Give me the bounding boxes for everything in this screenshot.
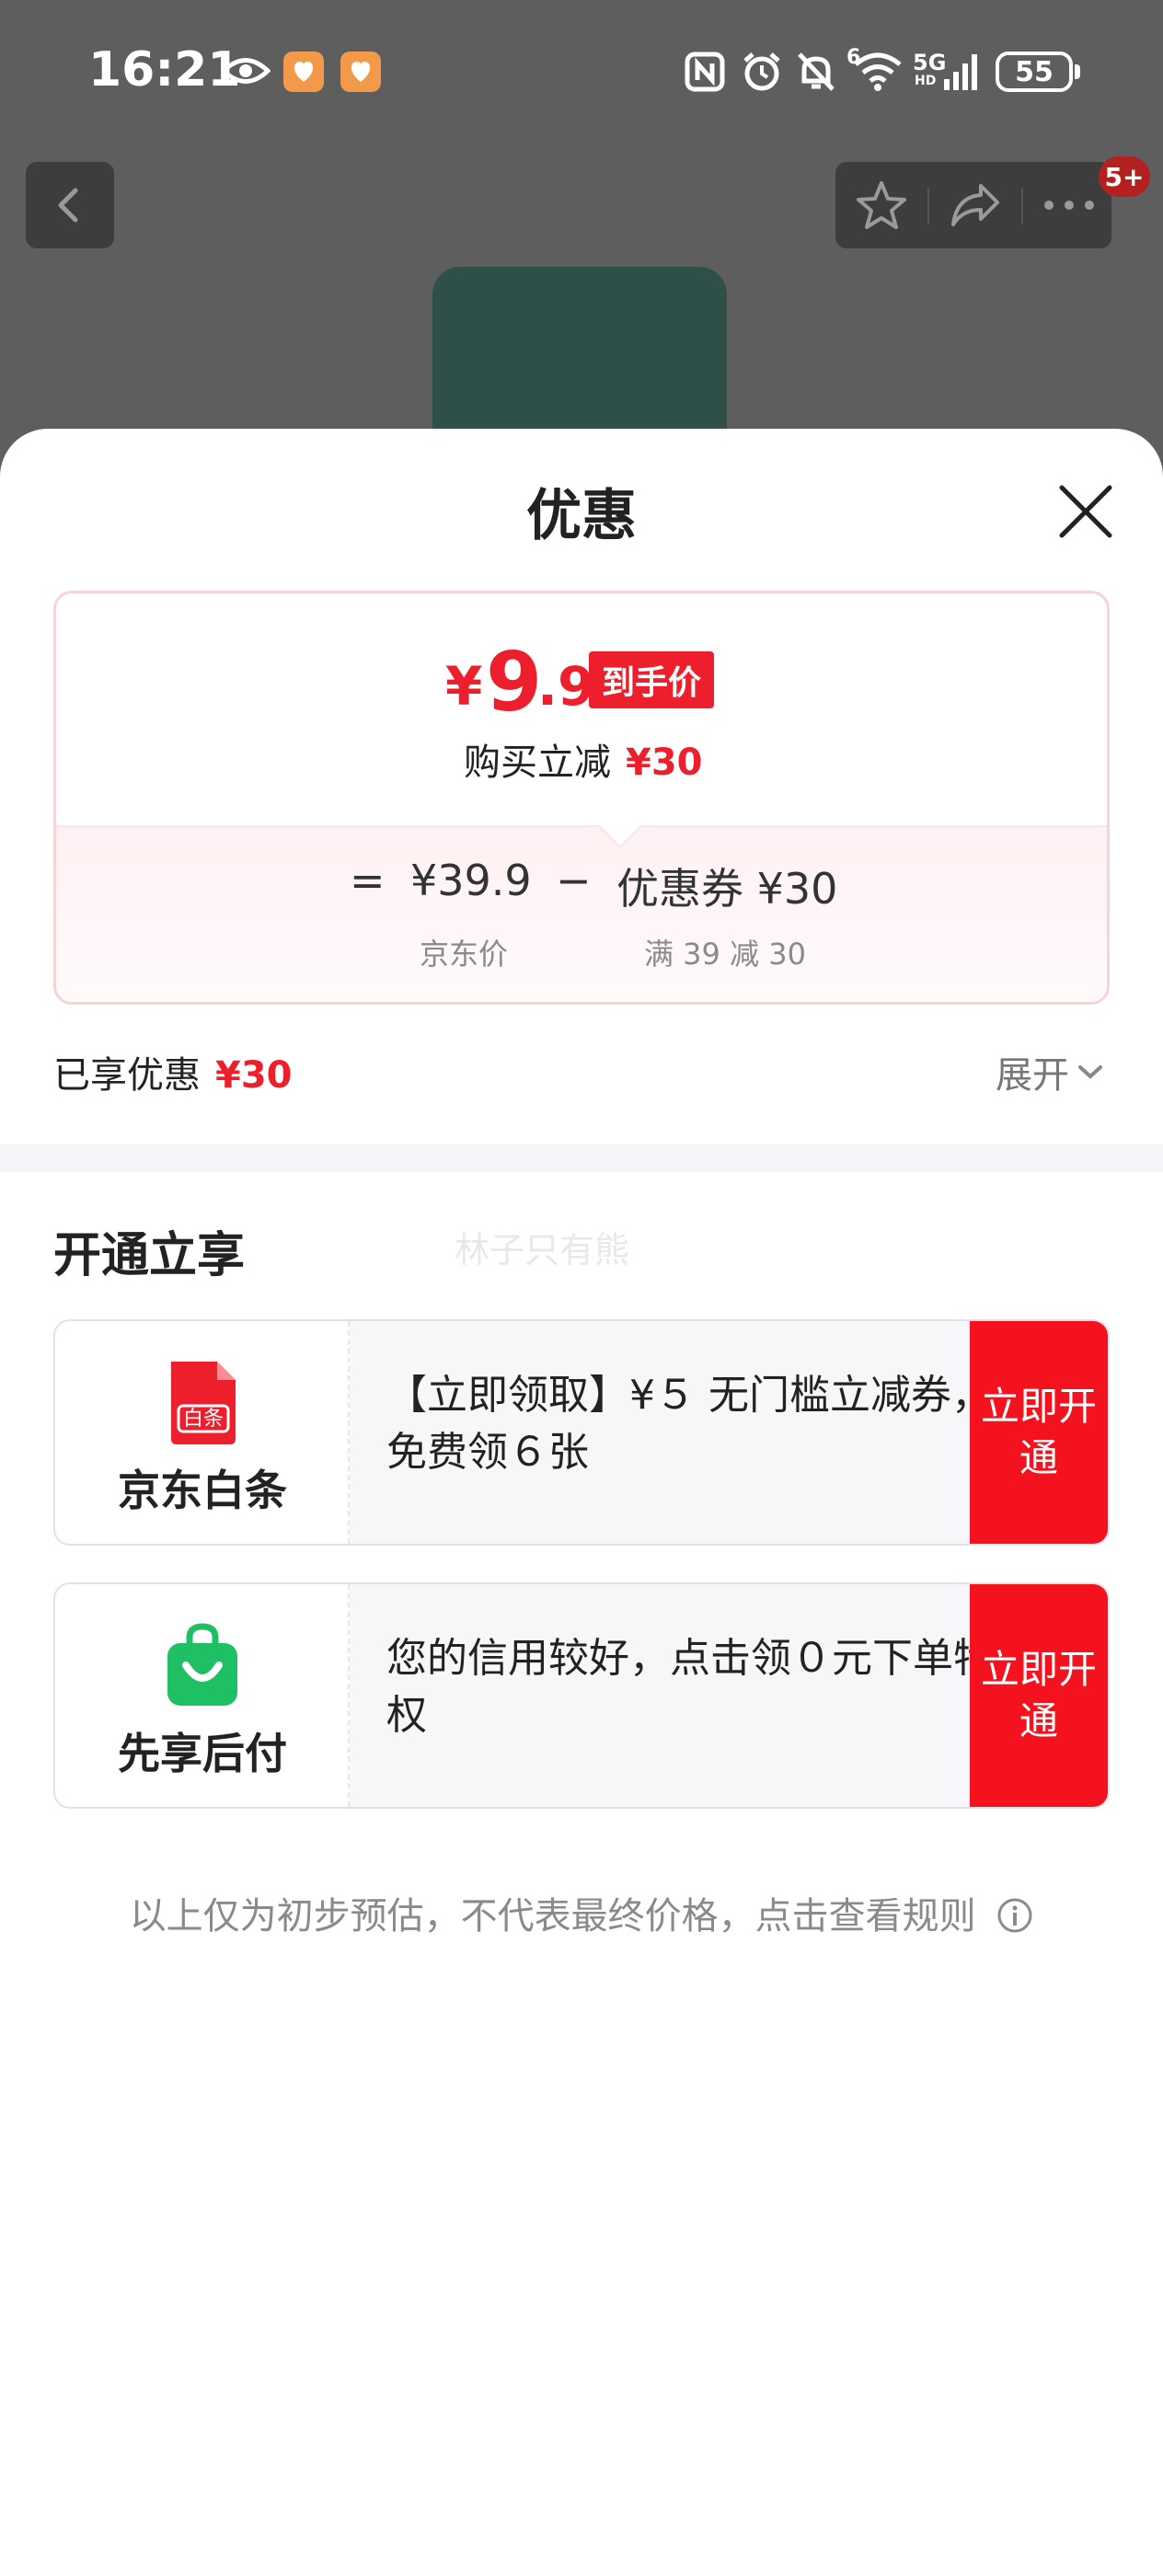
close-icon bbox=[1059, 485, 1112, 538]
promo-description: 您的信用较好，点击领０元下单特权 bbox=[386, 1635, 994, 1739]
expand-label: 展开 bbox=[996, 1054, 1069, 1097]
signal-icon bbox=[944, 54, 977, 90]
baitiao-icon-text: 白条 bbox=[183, 1408, 224, 1431]
final-price-currency: ¥ bbox=[445, 655, 483, 718]
discount-label: 购买立减 bbox=[464, 742, 611, 784]
network-type: 5G bbox=[913, 50, 947, 75]
activate-button[interactable]: 立即开通 bbox=[970, 1321, 1108, 1544]
chevron-down-icon bbox=[1078, 1065, 1102, 1079]
battery-tip bbox=[1075, 64, 1080, 79]
nfc-icon bbox=[685, 52, 725, 92]
price-breakdown-card bbox=[53, 591, 1110, 1005]
wifi-icon bbox=[854, 52, 902, 91]
sheet-title: 优惠 bbox=[526, 484, 637, 548]
app-notification-icon bbox=[340, 52, 381, 92]
discount-line: 购买立减 ¥30 bbox=[464, 732, 703, 786]
section-divider bbox=[0, 1144, 1163, 1172]
network-sub: HD bbox=[915, 74, 937, 88]
formula-equals: = bbox=[350, 856, 386, 905]
back-button[interactable] bbox=[26, 162, 114, 248]
star-icon bbox=[857, 181, 906, 229]
final-price-integer: 9 bbox=[486, 635, 543, 730]
base-price-label: 京东价 bbox=[420, 937, 509, 972]
product-image bbox=[432, 267, 727, 451]
favorite-button[interactable] bbox=[835, 162, 927, 248]
formula-base-price: ¥39.9 bbox=[410, 856, 532, 905]
alarm-icon bbox=[743, 52, 780, 91]
discount-value: ¥30 bbox=[626, 742, 703, 784]
more-icon bbox=[1044, 201, 1094, 210]
coupon-rule-label: 满 39 减 30 bbox=[644, 937, 806, 972]
battery-level: 55 bbox=[1015, 55, 1054, 88]
share-icon bbox=[951, 184, 999, 226]
message-badge: 5+ bbox=[1099, 156, 1150, 197]
promo-brand: 白条 京东白条 bbox=[55, 1321, 350, 1544]
back-arrow-icon bbox=[58, 188, 78, 223]
watermark: 林子只有熊 bbox=[455, 1230, 630, 1271]
mute-icon bbox=[798, 52, 835, 91]
final-price-tag: 到手价 bbox=[589, 651, 715, 708]
eye-icon bbox=[221, 58, 271, 84]
formula-coupon: 优惠券 ¥30 bbox=[616, 864, 838, 914]
app-notification-icon bbox=[283, 52, 324, 92]
shopping-bag-icon bbox=[167, 1623, 237, 1706]
promo-card-baitiao[interactable]: 白条 京东白条 【立即领取】¥５ 无门槛立减券，免费领６张 立即开通 bbox=[53, 1319, 1110, 1546]
close-button[interactable] bbox=[1049, 475, 1123, 548]
final-price-decimal: .9 bbox=[537, 655, 595, 718]
promo-card-pay-later[interactable]: 先享后付 您的信用较好，点击领０元下单特权 立即开通 bbox=[53, 1582, 1110, 1809]
formula-minus: − bbox=[556, 856, 592, 905]
enjoyed-discount: 已享优惠 ¥30 bbox=[53, 1045, 293, 1098]
promo-description: 【立即领取】¥５ 无门槛立减券，免费领６张 bbox=[386, 1372, 992, 1476]
battery-indicator: 55 bbox=[996, 52, 1073, 92]
activate-button[interactable]: 立即开通 bbox=[970, 1584, 1108, 1807]
baitiao-icon: 白条 bbox=[171, 1362, 236, 1444]
rules-footnote[interactable]: 以上仅为初步预估，不代表最终价格，点击查看规则 bbox=[0, 1886, 1163, 1939]
promo-name: 先享后付 bbox=[118, 1729, 287, 1778]
info-icon[interactable] bbox=[996, 1897, 1033, 1934]
enjoyed-label: 已享优惠 bbox=[53, 1054, 201, 1097]
promo-brand: 先享后付 bbox=[55, 1584, 350, 1807]
footnote-text: 以上仅为初步预估，不代表最终价格，点击查看规则 bbox=[129, 1895, 976, 1938]
status-time: 16:21 bbox=[88, 42, 241, 98]
section-title: 开通立享 bbox=[53, 1228, 246, 1283]
share-button[interactable] bbox=[929, 162, 1021, 248]
expand-button[interactable]: 展开 bbox=[996, 1045, 1104, 1098]
price-formula-area bbox=[56, 825, 1107, 1002]
status-bar: 16:21 6 5G HD 55 bbox=[0, 0, 1163, 147]
top-action-bar bbox=[835, 162, 1111, 248]
enjoyed-value: ¥30 bbox=[215, 1054, 293, 1097]
promo-name: 京东白条 bbox=[118, 1466, 287, 1515]
